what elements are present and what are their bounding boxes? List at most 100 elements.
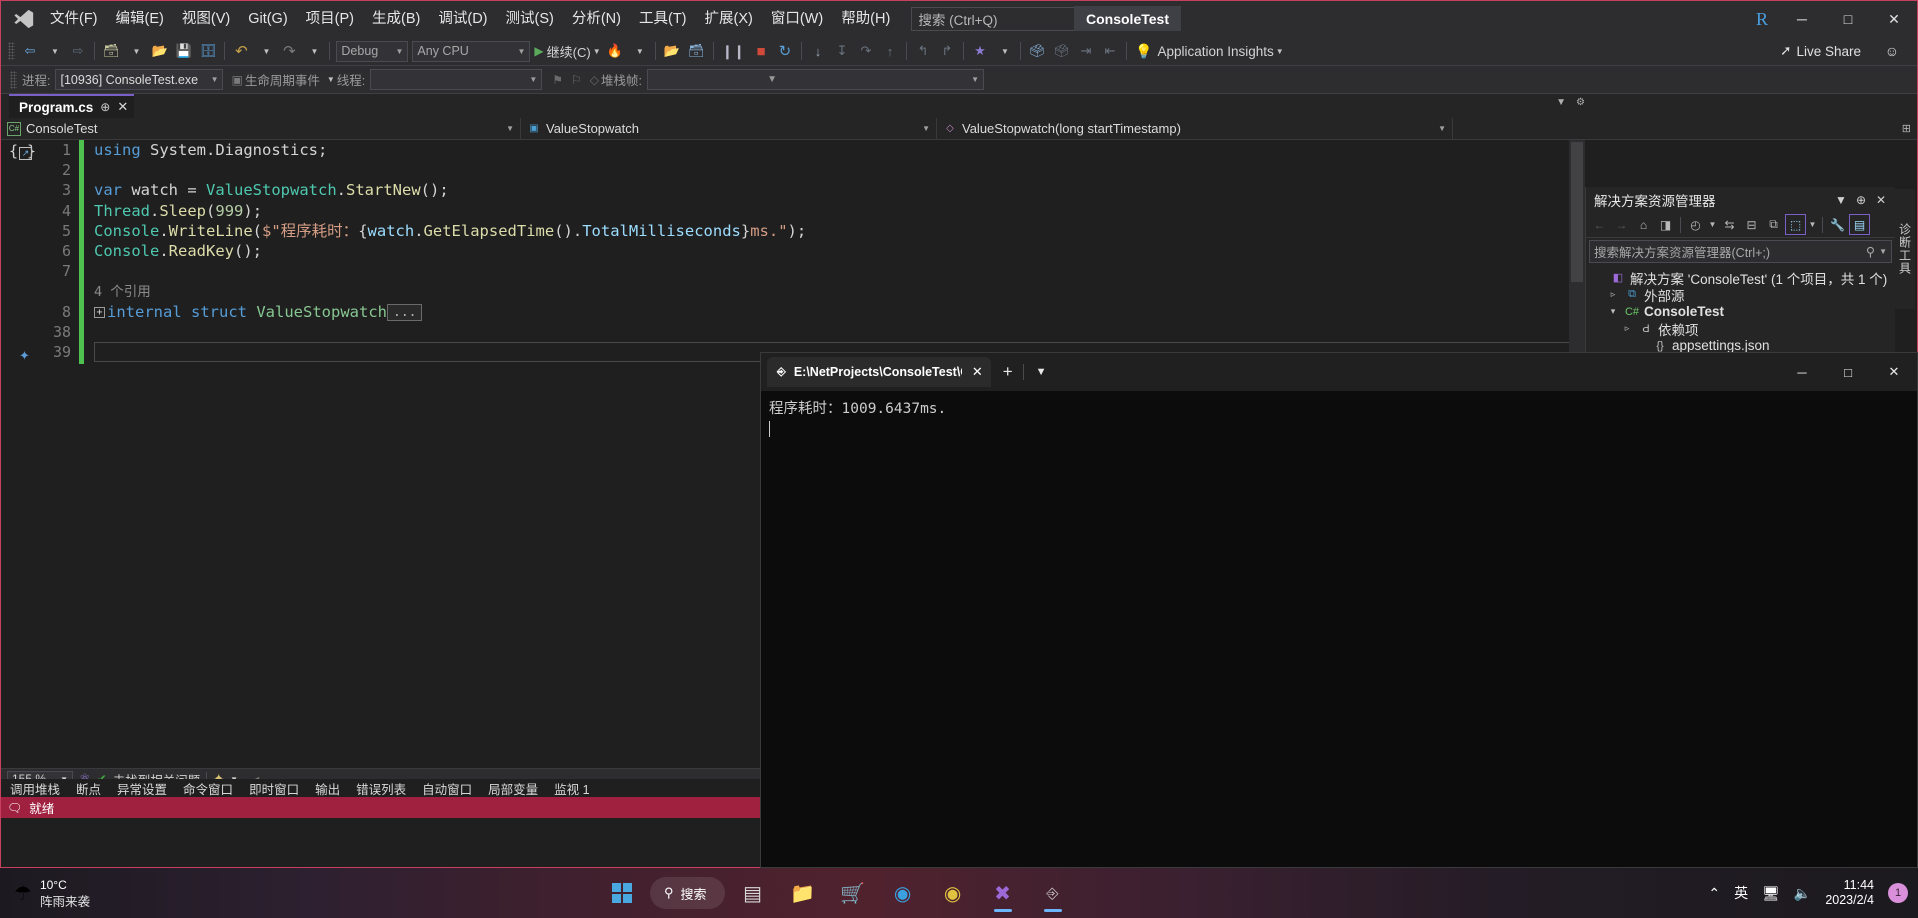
menu-item-test[interactable]: 测试(S) <box>497 4 563 34</box>
windows-start-icon[interactable] <box>600 872 644 914</box>
collapsed-region-indicator[interactable]: ... <box>387 303 423 321</box>
microsoft-edge-icon[interactable]: ◉ <box>881 872 925 914</box>
tool-tab-0[interactable]: 调用堆栈 <box>9 779 61 798</box>
stack-icon[interactable]: ◇ <box>590 73 599 87</box>
terminal-icon[interactable]: ⎆ <box>1031 872 1075 914</box>
tool-tab-2[interactable]: 异常设置 <box>116 779 168 798</box>
properties-icon[interactable]: 🔧 <box>1827 214 1848 235</box>
console-close-button[interactable]: ✕ <box>1871 353 1917 391</box>
task-view-icon[interactable]: ▤ <box>731 872 775 914</box>
ime-language-indicator[interactable]: 英 <box>1734 883 1748 903</box>
step-over-icon[interactable]: ↧ <box>831 40 853 62</box>
hot-reload-icon[interactable]: 🔥 <box>604 40 626 62</box>
scrollbar-thumb[interactable] <box>1571 142 1583 282</box>
thread-combo[interactable]: ▼ <box>370 69 543 90</box>
tool-tab-4[interactable]: 即时窗口 <box>248 779 300 798</box>
account-avatar[interactable]: R <box>1745 2 1779 36</box>
menu-item-extensions[interactable]: 扩展(X) <box>696 4 762 34</box>
toolbar-grip[interactable] <box>10 70 17 89</box>
code-line[interactable] <box>84 261 1585 281</box>
collapse-all-icon[interactable]: ⊟ <box>1741 214 1762 235</box>
chevron-down-icon[interactable]: ▼ <box>1036 366 1047 378</box>
step-up-icon[interactable]: ↑ <box>879 40 901 62</box>
tool-tab-1[interactable]: 断点 <box>75 779 102 798</box>
continue-button[interactable]: ▶ 继续(C) ▼ <box>534 42 600 61</box>
code-line[interactable]: using System.Diagnostics; <box>84 140 1585 160</box>
menu-item-window[interactable]: 窗口(W) <box>762 4 832 34</box>
solution-explorer-item-3[interactable]: ▹ Ԁ 依赖项 <box>1586 320 1895 338</box>
process-combo[interactable]: [10936] ConsoleTest.exe ▼ <box>55 69 224 90</box>
toolbar-grip[interactable] <box>8 42 15 60</box>
close-button[interactable]: ✕ <box>1871 1 1917 37</box>
navbar-member-dropdown[interactable]: ◇ ValueStopwatch(long startTimestamp) ▼ <box>937 117 1453 140</box>
pin-icon[interactable]: ⊕ <box>1851 193 1871 207</box>
glyph-margin[interactable]: { } ↗ ✦ <box>1 140 37 818</box>
code-line[interactable] <box>84 322 1585 342</box>
stop-icon[interactable]: ■ <box>750 40 772 62</box>
menu-item-edit[interactable]: 编辑(E) <box>107 4 173 34</box>
tab-settings-icon[interactable]: ⚙ <box>1576 97 1585 108</box>
open-file-icon[interactable]: 📂 <box>149 40 171 62</box>
comment-icon[interactable]: 🗳 <box>1026 40 1049 62</box>
sync-with-active-document-icon[interactable]: ⇆ <box>1719 214 1740 235</box>
chevron-down-icon[interactable]: ▼ <box>1707 214 1718 235</box>
outdent-icon[interactable]: ⇤ <box>1099 40 1121 62</box>
redo-icon[interactable]: ↷ <box>278 40 300 62</box>
close-icon[interactable]: ✕ <box>1871 193 1891 207</box>
tool-tab-3[interactable]: 命令窗口 <box>182 779 234 798</box>
menu-item-project[interactable]: 项目(P) <box>297 4 363 34</box>
redo-dropdown[interactable]: ▼ <box>302 40 324 62</box>
home-icon[interactable]: ⌂ <box>1633 214 1654 235</box>
pause-icon[interactable]: ❙❙ <box>719 40 748 62</box>
save-all-icon[interactable]: 🗄 <box>197 40 220 62</box>
console-output[interactable]: 程序耗时：1009.6437ms. <box>761 391 1917 441</box>
chevron-down-icon[interactable]: ▼ <box>1879 247 1887 256</box>
chevron-down-icon[interactable]: ▼ <box>1807 214 1818 235</box>
tool-tab-9[interactable]: 监视 1 <box>553 779 590 798</box>
chevron-down-icon[interactable]: ▼ <box>1831 193 1851 207</box>
solution-explorer-item-1[interactable]: ▹ ⧉ 外部源 <box>1586 286 1895 304</box>
menu-item-git[interactable]: Git(G) <box>239 4 296 34</box>
hot-reload-dropdown[interactable]: ▼ <box>628 40 650 62</box>
peek-definition-icon[interactable]: ↗ <box>19 147 32 160</box>
live-share-button[interactable]: ➚ Live Share <box>1780 43 1861 59</box>
stackframe-combo[interactable]: ▼ <box>647 69 984 90</box>
tab-list-icon[interactable]: ▼ <box>1556 97 1566 108</box>
navigate-back-icon[interactable]: ⇦ <box>19 40 41 62</box>
uncomment-icon[interactable]: 🗳 <box>1050 40 1073 62</box>
preview-selected-items-icon[interactable]: ▤ <box>1849 214 1870 235</box>
menu-item-help[interactable]: 帮助(H) <box>832 4 899 34</box>
tool-tab-6[interactable]: 错误列表 <box>355 779 407 798</box>
console-minimize-button[interactable]: ─ <box>1779 353 1825 391</box>
pending-changes-icon[interactable]: ◨ <box>1655 214 1676 235</box>
menu-item-tools[interactable]: 工具(T) <box>630 4 696 34</box>
platform-combo[interactable]: Any CPU ▼ <box>412 40 531 62</box>
code-line[interactable]: var watch = ValueStopwatch.StartNew(); <box>84 180 1585 200</box>
show-all-files-icon[interactable]: ⧉ <box>1763 214 1784 235</box>
person-icon[interactable]: ☺ <box>1885 43 1899 59</box>
code-line[interactable]: Console.WriteLine($"程序耗时：{watch.GetElaps… <box>84 221 1585 241</box>
step-out-icon[interactable]: ↷ <box>855 40 877 62</box>
lifecycle-events-icon[interactable]: ▣ <box>231 73 242 87</box>
code-line[interactable]: Thread.Sleep(999); <box>84 201 1585 221</box>
network-icon[interactable]: 🖥 <box>1762 885 1780 902</box>
diagnostic-tools-tab[interactable]: 诊断工具 <box>1895 189 1915 309</box>
menu-item-analyze[interactable]: 分析(N) <box>563 4 630 34</box>
flag-alt-icon[interactable]: ⚐ <box>571 73 582 87</box>
solution-explorer-item-0[interactable]: ◧ 解决方案 'ConsoleTest' (1 个项目，共 1 个) <box>1586 269 1895 287</box>
fold-expand-icon[interactable]: + <box>94 306 105 318</box>
volume-icon[interactable]: 🔈 <box>1794 885 1811 902</box>
console-maximize-button[interactable]: □ <box>1825 353 1871 391</box>
menu-item-build[interactable]: 生成(B) <box>363 4 429 34</box>
tool-tab-5[interactable]: 输出 <box>314 779 341 798</box>
close-icon[interactable]: ✕ <box>972 364 983 380</box>
new-project-icon[interactable]: 🗃 <box>100 40 123 62</box>
new-project-dropdown[interactable]: ▼ <box>125 40 147 62</box>
expander-icon[interactable]: ▹ <box>1606 289 1620 300</box>
pin-icon[interactable]: ⊕ <box>100 100 110 114</box>
save-icon[interactable]: 💾 <box>173 40 195 62</box>
solution-explorer-search-input[interactable]: 搜索解决方案资源管理器(Ctrl+;) ⚲ ▼ <box>1589 240 1892 263</box>
undo-nav-icon[interactable]: ↰ <box>912 40 934 62</box>
quick-actions-icon[interactable]: ✦ <box>19 348 30 364</box>
flag-icon[interactable]: ⚑ <box>552 73 563 87</box>
